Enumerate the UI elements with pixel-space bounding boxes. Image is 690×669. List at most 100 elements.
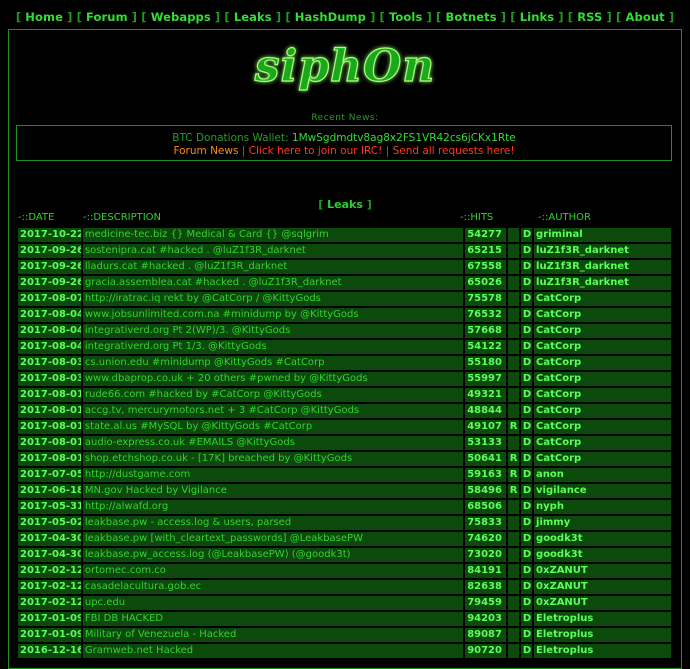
row-author[interactable]: goodk3t bbox=[534, 548, 671, 562]
row-flag-d[interactable]: D bbox=[520, 324, 533, 338]
row-flag-d[interactable]: D bbox=[520, 228, 533, 242]
row-author[interactable]: 0xZANUT bbox=[534, 580, 671, 594]
nav-links-link[interactable]: Links bbox=[520, 10, 554, 24]
row-author[interactable]: griminal bbox=[534, 228, 671, 242]
nav-hashdump-link[interactable]: HashDump bbox=[295, 10, 366, 24]
row-flag-d[interactable]: D bbox=[520, 532, 533, 546]
row-description[interactable]: integrativerd.org Pt 2(WP)/3. @KittyGods bbox=[82, 324, 464, 338]
row-description[interactable]: sostenipra.cat #hacked . @luZ1f3R_darkne… bbox=[82, 244, 464, 258]
row-description[interactable]: Military of Venezuela - Hacked bbox=[82, 628, 464, 642]
table-row[interactable]: 2017-08-01 rude66.com #hacked by #CatCorp… bbox=[18, 388, 671, 402]
col-author[interactable]: -::AUTHOR bbox=[538, 212, 591, 223]
row-flag-d[interactable]: D bbox=[520, 564, 533, 578]
table-row[interactable]: 2017-08-03 cs.union.edu #minidump @KittyG… bbox=[18, 356, 671, 370]
row-author[interactable]: goodk3t bbox=[534, 532, 671, 546]
table-row[interactable]: 2017-09-26 gracia.assemblea.cat #hacked .… bbox=[18, 276, 671, 290]
row-flag-d[interactable]: D bbox=[520, 372, 533, 386]
row-description[interactable]: www.jobsunlimited.com.na #minidump by @K… bbox=[82, 308, 464, 322]
row-author[interactable]: CatCorp bbox=[534, 324, 671, 338]
row-author[interactable]: CatCorp bbox=[534, 372, 671, 386]
forum-news-link[interactable]: Forum News bbox=[173, 145, 238, 157]
requests-link[interactable]: Send all requests here! bbox=[393, 145, 515, 157]
table-row[interactable]: 2017-06-18 MN.gov Hacked by Vigilance 5849… bbox=[18, 484, 671, 498]
row-author[interactable]: 0xZANUT bbox=[534, 564, 671, 578]
row-flag-d[interactable]: D bbox=[520, 356, 533, 370]
row-flag-d[interactable]: D bbox=[520, 580, 533, 594]
row-description[interactable]: http://iratrac.iq rekt by @CatCorp / @Ki… bbox=[82, 292, 464, 306]
row-description[interactable]: upc.edu bbox=[82, 596, 464, 610]
row-author[interactable]: Eletroplus bbox=[534, 644, 671, 658]
nav-rss-link[interactable]: RSS bbox=[577, 10, 602, 24]
row-flag-d[interactable]: D bbox=[520, 548, 533, 562]
table-row[interactable]: 2017-02-12 casadelacultura.gob.ec 82638 D 0x… bbox=[18, 580, 671, 594]
row-flag-d[interactable]: D bbox=[520, 404, 533, 418]
table-row[interactable]: 2017-08-04 integrativerd.org Pt 2(WP)/3. … bbox=[18, 324, 671, 338]
row-author[interactable]: luZ1f3R_darknet bbox=[534, 276, 671, 290]
table-row[interactable]: 2017-08-01 shop.etchshop.co.uk - [17K] br… bbox=[18, 452, 671, 466]
table-row[interactable]: 2017-09-26 lladurs.cat #hacked . @luZ1f3R… bbox=[18, 260, 671, 274]
table-row[interactable]: 2017-05-31 http://alwafd.org 68506 Dnyph bbox=[18, 500, 671, 514]
row-author[interactable]: luZ1f3R_darknet bbox=[534, 260, 671, 274]
row-author[interactable]: 0xZANUT bbox=[534, 596, 671, 610]
row-flag-d[interactable]: D bbox=[520, 292, 533, 306]
row-description[interactable]: audio-express.co.uk #EMAILS @KittyGods bbox=[82, 436, 464, 450]
row-author[interactable]: CatCorp bbox=[534, 436, 671, 450]
nav-forum-link[interactable]: Forum bbox=[86, 10, 128, 24]
table-row[interactable]: 2017-08-07 http://iratrac.iq rekt by @Cat… bbox=[18, 292, 671, 306]
row-flag-d[interactable]: D bbox=[520, 420, 533, 434]
row-flag-d[interactable]: D bbox=[520, 260, 533, 274]
row-flag-d[interactable]: D bbox=[520, 612, 533, 626]
row-description[interactable]: integrativerd.org Pt 1/3. @KittyGods bbox=[82, 340, 464, 354]
row-author[interactable]: anon bbox=[534, 468, 671, 482]
row-flag-d[interactable]: D bbox=[520, 388, 533, 402]
row-flag-d[interactable]: D bbox=[520, 596, 533, 610]
nav-home-link[interactable]: Home bbox=[25, 10, 63, 24]
row-author[interactable]: CatCorp bbox=[534, 452, 671, 466]
table-row[interactable]: 2017-08-04 integrativerd.org Pt 1/3. @Kit… bbox=[18, 340, 671, 354]
table-row[interactable]: 2016-12-16 Gramweb.net Hacked 90720 D Eletro… bbox=[18, 644, 671, 658]
row-flag-d[interactable]: D bbox=[520, 308, 533, 322]
row-description[interactable]: leakbase.pw_access.log (@LeakbasePW) (@g… bbox=[82, 548, 464, 562]
row-description[interactable]: lladurs.cat #hacked . @luZ1f3R_darknet bbox=[82, 260, 464, 274]
table-row[interactable]: 2017-07-05 http://dustgame.com 59163 R Danon bbox=[18, 468, 671, 482]
row-description[interactable]: ortomec.com.co bbox=[82, 564, 464, 578]
row-author[interactable]: CatCorp bbox=[534, 420, 671, 434]
row-author[interactable]: CatCorp bbox=[534, 308, 671, 322]
table-row[interactable]: 2017-08-04 www.jobsunlimited.com.na #mini… bbox=[18, 308, 671, 322]
row-description[interactable]: state.al.us #MySQL by @KittyGods #CatCor… bbox=[82, 420, 464, 434]
row-flag-d[interactable]: D bbox=[520, 500, 533, 514]
row-description[interactable]: MN.gov Hacked by Vigilance bbox=[82, 484, 464, 498]
row-flag-d[interactable]: D bbox=[520, 644, 533, 658]
row-author[interactable]: luZ1f3R_darknet bbox=[534, 244, 671, 258]
row-author[interactable]: jimmy bbox=[534, 516, 671, 530]
irc-link[interactable]: Click here to join our IRC! bbox=[249, 145, 383, 157]
row-author[interactable]: nyph bbox=[534, 500, 671, 514]
row-description[interactable]: http://alwafd.org bbox=[82, 500, 464, 514]
table-row[interactable]: 2017-08-01 audio-express.co.uk #EMAILS @K… bbox=[18, 436, 671, 450]
row-description[interactable]: leakbase.pw [with_cleartext_passwords] @… bbox=[82, 532, 464, 546]
col-hits[interactable]: -::HITS bbox=[460, 212, 493, 223]
row-description[interactable]: leakbase.pw - access.log & users, parsed bbox=[82, 516, 464, 530]
table-row[interactable]: 2017-02-12 upc.edu 79459 D 0xZANUT bbox=[18, 596, 671, 610]
row-flag-d[interactable]: D bbox=[520, 436, 533, 450]
row-flag-d[interactable]: D bbox=[520, 516, 533, 530]
site-logo[interactable]: siphOn bbox=[0, 40, 690, 96]
row-flag-d[interactable]: D bbox=[520, 340, 533, 354]
nav-about-link[interactable]: About bbox=[625, 10, 664, 24]
row-flag-d[interactable]: D bbox=[520, 244, 533, 258]
row-author[interactable]: Eletroplus bbox=[534, 612, 671, 626]
row-author[interactable]: Eletroplus bbox=[534, 628, 671, 642]
row-description[interactable]: cs.union.edu #minidump @KittyGods #CatCo… bbox=[82, 356, 464, 370]
nav-webapps-link[interactable]: Webapps bbox=[151, 10, 211, 24]
row-author[interactable]: CatCorp bbox=[534, 356, 671, 370]
row-flag-d[interactable]: D bbox=[520, 276, 533, 290]
row-flag-d[interactable]: D bbox=[520, 452, 533, 466]
table-row[interactable]: 2017-01-09 FBI DB HACKED 94203 D Eletroplus bbox=[18, 612, 671, 626]
table-row[interactable]: 2017-04-30 leakbase.pw [with_cleartext_pa… bbox=[18, 532, 671, 546]
col-date[interactable]: -::DATE bbox=[18, 212, 54, 223]
table-row[interactable]: 2017-02-12 ortomec.com.co 84191 D 0xZANUT bbox=[18, 564, 671, 578]
row-flag-d[interactable]: D bbox=[520, 628, 533, 642]
row-description[interactable]: rude66.com #hacked by #CatCorp @KittyGod… bbox=[82, 388, 464, 402]
row-description[interactable]: gracia.assemblea.cat #hacked . @luZ1f3R_… bbox=[82, 276, 464, 290]
row-author[interactable]: CatCorp bbox=[534, 340, 671, 354]
